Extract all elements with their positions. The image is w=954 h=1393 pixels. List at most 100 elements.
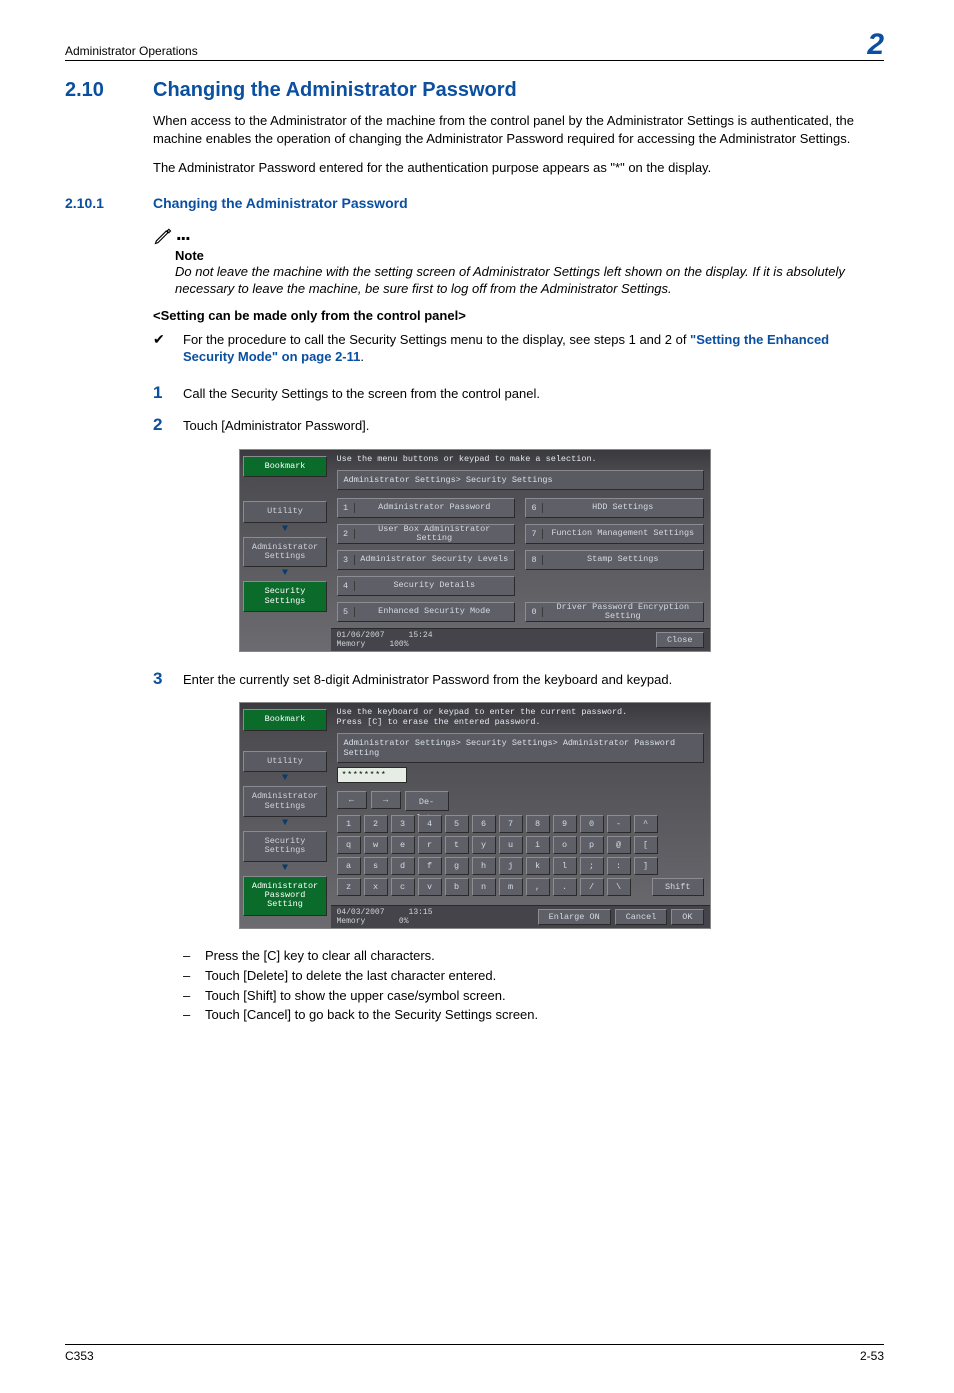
keyboard-key[interactable]: e bbox=[391, 836, 415, 854]
dash-item-3: Touch [Shift] to show the upper case/sym… bbox=[205, 987, 506, 1005]
keyboard-key[interactable]: 9 bbox=[553, 815, 577, 833]
keyboard-key[interactable]: 8 bbox=[526, 815, 550, 833]
keyboard-key[interactable]: h bbox=[472, 857, 496, 875]
dash-item-2: Touch [Delete] to delete the last charac… bbox=[205, 967, 496, 985]
keyboard-key[interactable]: t bbox=[445, 836, 469, 854]
status-memory-label: Memory bbox=[337, 917, 366, 926]
keyboard-key[interactable]: o bbox=[553, 836, 577, 854]
keyboard-key[interactable]: j bbox=[499, 857, 523, 875]
status-date: 04/03/2007 bbox=[337, 908, 385, 917]
keyboard-key[interactable]: ^ bbox=[634, 815, 658, 833]
keyboard-key[interactable]: i bbox=[526, 836, 550, 854]
nav-arrow-icon: ▼ bbox=[282, 527, 288, 533]
delete-button[interactable]: De- lete bbox=[405, 791, 449, 811]
keyboard-key[interactable]: 2 bbox=[364, 815, 388, 833]
keyboard-key[interactable]: [ bbox=[634, 836, 658, 854]
cancel-button[interactable]: Cancel bbox=[615, 909, 668, 925]
subsection-title: Changing the Administrator Password bbox=[153, 195, 408, 211]
step-number-1: 1 bbox=[153, 384, 183, 401]
menu-item[interactable]: 7Function Management Settings bbox=[525, 524, 704, 544]
running-header: Administrator Operations bbox=[65, 44, 198, 60]
keyboard-key[interactable]: , bbox=[526, 878, 550, 896]
keyboard-key[interactable]: 4 bbox=[418, 815, 442, 833]
footer-left: C353 bbox=[65, 1349, 94, 1363]
keyboard-key[interactable]: 6 bbox=[472, 815, 496, 833]
screenshot-password-entry: Bookmark Utility ▼ Administrator Setting… bbox=[239, 702, 711, 929]
keyboard-key[interactable]: 7 bbox=[499, 815, 523, 833]
nav-arrow-icon: ▼ bbox=[282, 866, 288, 872]
utility-tab[interactable]: Utility bbox=[243, 501, 327, 522]
keyboard-key[interactable]: p bbox=[580, 836, 604, 854]
keyboard-key[interactable]: a bbox=[337, 857, 361, 875]
security-settings-tab[interactable]: Security Settings bbox=[243, 831, 327, 862]
bookmark-tab[interactable]: Bookmark bbox=[243, 709, 327, 730]
keyboard-key[interactable]: q bbox=[337, 836, 361, 854]
keyboard-key[interactable]: n bbox=[472, 878, 496, 896]
menu-item[interactable]: 5Enhanced Security Mode bbox=[337, 602, 516, 622]
keyboard-key[interactable]: . bbox=[553, 878, 577, 896]
step-text-3: Enter the currently set 8-digit Administ… bbox=[183, 670, 672, 689]
status-date: 01/06/2007 bbox=[337, 631, 385, 640]
bookmark-tab[interactable]: Bookmark bbox=[243, 456, 327, 477]
menu-item[interactable]: 0Driver Password Encryption Setting bbox=[525, 602, 704, 622]
keyboard-key[interactable]: : bbox=[607, 857, 631, 875]
intro-paragraph-1: When access to the Administrator of the … bbox=[153, 112, 880, 147]
keyboard-key[interactable]: w bbox=[364, 836, 388, 854]
menu-item[interactable]: 8Stamp Settings bbox=[525, 550, 704, 570]
keyboard-key[interactable]: r bbox=[418, 836, 442, 854]
breadcrumb: Administrator Settings> Security Setting… bbox=[337, 733, 704, 763]
menu-item[interactable]: 2User Box Administrator Setting bbox=[337, 524, 516, 544]
keyboard-key[interactable]: - bbox=[607, 815, 631, 833]
keyboard-key[interactable]: f bbox=[418, 857, 442, 875]
menu-item[interactable]: 4Security Details bbox=[337, 576, 516, 596]
status-memory-pct: 100% bbox=[389, 640, 408, 649]
close-button[interactable]: Close bbox=[656, 632, 704, 648]
keyboard-key[interactable]: b bbox=[445, 878, 469, 896]
keyboard-key[interactable]: ; bbox=[580, 857, 604, 875]
keyboard-key[interactable]: m bbox=[499, 878, 523, 896]
utility-tab[interactable]: Utility bbox=[243, 751, 327, 772]
dash-bullet: – bbox=[183, 967, 205, 985]
keyboard-key[interactable]: 1 bbox=[337, 815, 361, 833]
dash-item-4: Touch [Cancel] to go back to the Securit… bbox=[205, 1006, 538, 1024]
keyboard-key[interactable]: @ bbox=[607, 836, 631, 854]
password-input[interactable]: ******** bbox=[337, 767, 407, 783]
keyboard-key[interactable]: l bbox=[553, 857, 577, 875]
status-time: 13:15 bbox=[409, 908, 433, 917]
ok-button[interactable]: OK bbox=[671, 909, 703, 925]
checkmark-icon: ✔ bbox=[153, 331, 183, 366]
keyboard-key[interactable]: x bbox=[364, 878, 388, 896]
dash-item-1: Press the [C] key to clear all character… bbox=[205, 947, 435, 965]
nav-arrow-icon: ▼ bbox=[282, 821, 288, 827]
menu-item[interactable]: 3Administrator Security Levels bbox=[337, 550, 516, 570]
keyboard-key[interactable]: d bbox=[391, 857, 415, 875]
admin-settings-tab[interactable]: Administrator Settings bbox=[243, 537, 327, 568]
menu-item[interactable]: 1Administrator Password bbox=[337, 498, 516, 518]
keyboard-key[interactable]: 5 bbox=[445, 815, 469, 833]
security-settings-tab[interactable]: Security Settings bbox=[243, 581, 327, 612]
chapter-number: 2 bbox=[867, 30, 884, 60]
status-memory-pct: 0% bbox=[399, 917, 409, 926]
admin-settings-tab[interactable]: Administrator Settings bbox=[243, 786, 327, 817]
keyboard-key[interactable]: c bbox=[391, 878, 415, 896]
keyboard-key[interactable]: s bbox=[364, 857, 388, 875]
keyboard-key[interactable]: v bbox=[418, 878, 442, 896]
breadcrumb: Administrator Settings> Security Setting… bbox=[337, 470, 704, 490]
keyboard-key[interactable]: ] bbox=[634, 857, 658, 875]
cursor-left-button[interactable]: ← bbox=[337, 791, 367, 809]
keyboard-key[interactable]: 3 bbox=[391, 815, 415, 833]
shift-button[interactable]: Shift bbox=[652, 878, 704, 896]
menu-item[interactable]: 6HDD Settings bbox=[525, 498, 704, 518]
enlarge-button[interactable]: Enlarge ON bbox=[538, 909, 611, 925]
keyboard-key[interactable]: k bbox=[526, 857, 550, 875]
keyboard-key[interactable]: \ bbox=[607, 878, 631, 896]
keyboard-key[interactable]: / bbox=[580, 878, 604, 896]
password-setting-tab[interactable]: Administrator Password Setting bbox=[243, 876, 327, 916]
keyboard-key[interactable]: u bbox=[499, 836, 523, 854]
keyboard-key[interactable]: g bbox=[445, 857, 469, 875]
keyboard-key[interactable]: z bbox=[337, 878, 361, 896]
cursor-right-button[interactable]: → bbox=[371, 791, 401, 809]
keyboard-key[interactable]: y bbox=[472, 836, 496, 854]
keyboard-key[interactable]: 0 bbox=[580, 815, 604, 833]
step-number-2: 2 bbox=[153, 416, 183, 433]
